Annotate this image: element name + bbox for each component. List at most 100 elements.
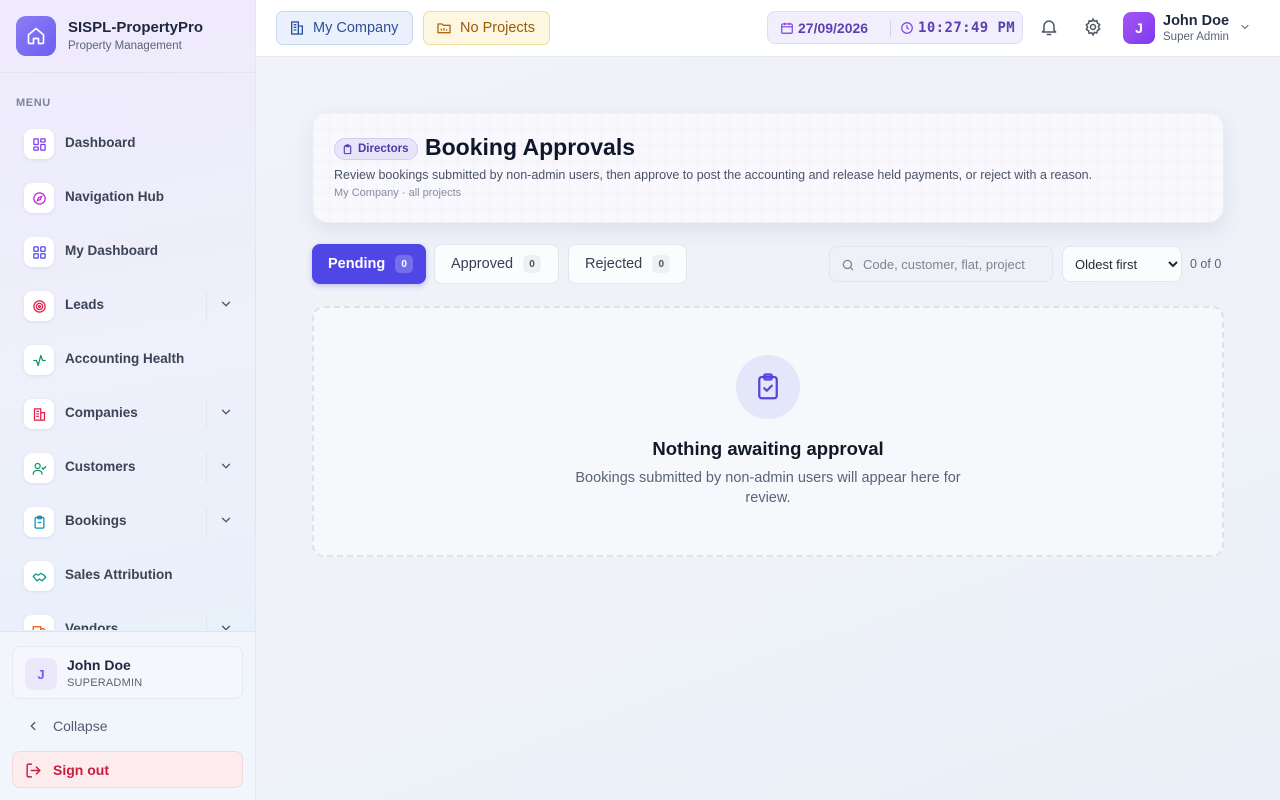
sidebar-item-customers[interactable]: Customers [12,443,243,491]
sidebar: SISPL-PropertyPro Property Management ME… [0,0,256,800]
tab-label: Rejected [585,256,643,272]
sidebar-item-vendors[interactable]: Vendors [12,605,243,630]
menu-label: MENU [16,97,51,109]
divider [206,291,207,321]
sidebar-item-label: Vendors [65,621,119,630]
company-label: My Company [313,20,399,36]
main-content: Directors Booking Approvals Review booki… [256,57,1280,800]
current-date: 27/09/2026 [798,20,869,36]
user-name[interactable]: John Doe [1163,13,1229,29]
collapse-label: Collapse [53,718,108,734]
calendar-icon [781,22,793,34]
tab-count: 0 [395,255,414,273]
divider [206,615,207,630]
divider [890,20,891,37]
chevron-down-icon[interactable] [219,297,233,311]
sidebar-item-dashboard[interactable]: Dashboard [12,119,243,167]
bell-icon [1041,20,1057,36]
user-role: SUPERADMIN [67,677,143,689]
page-scope: My Company · all projects [334,187,462,199]
empty-state-description: Bookings submitted by non-admin users wi… [575,470,961,506]
tab-count: 0 [652,255,671,273]
sidebar-item-label: Accounting Health [65,351,185,366]
building-icon [291,21,303,35]
project-selector[interactable]: No Projects [423,11,550,45]
gear-icon [1085,17,1101,37]
result-count: 0 of 0 [1190,257,1222,271]
tab-count: 0 [523,255,542,273]
handshake-icon [24,561,54,591]
chevron-left-icon [30,721,36,731]
sort-select[interactable]: Oldest first [1062,246,1182,282]
chevron-down-icon[interactable] [219,621,233,630]
user-role: Super Admin [1163,31,1229,43]
sign-out-button[interactable]: Sign out [12,751,243,788]
settings-button[interactable] [1081,15,1105,39]
activity-icon [24,345,54,375]
chevron-down-icon[interactable] [1239,21,1251,33]
divider [0,72,255,73]
empty-state-title: Nothing awaiting approval [652,438,884,459]
sidebar-menu: Dashboard Navigation Hub My Dashboard Le… [0,116,255,630]
collapse-button[interactable]: Collapse [12,711,243,741]
grid-icon [24,129,54,159]
datetime-display: 27/09/2026 10:27:49 PM [767,11,1023,44]
sidebar-item-companies[interactable]: Companies [12,389,243,437]
search-icon [842,259,854,271]
sidebar-item-navigation-hub[interactable]: Navigation Hub [12,173,243,221]
search-box [829,246,1053,282]
brand-subtitle: Property Management [68,40,182,52]
home-icon [16,16,56,56]
sidebar-item-label: Leads [65,297,105,312]
brand-name: SISPL-PropertyPro [68,19,204,36]
tab-rejected[interactable]: Rejected 0 [568,244,687,284]
sidebar-item-bookings[interactable]: Bookings [12,497,243,545]
sidebar-item-label: Customers [65,459,136,474]
sidebar-item-label: My Dashboard [65,243,159,258]
directors-badge: Directors [334,138,418,160]
divider [206,399,207,429]
sidebar-item-my-dashboard[interactable]: My Dashboard [12,227,243,275]
sidebar-item-accounting-health[interactable]: Accounting Health [12,335,243,383]
search-input[interactable] [863,247,1048,281]
sidebar-item-label: Navigation Hub [65,189,165,204]
avatar[interactable]: J [1123,12,1155,44]
clock-icon [901,22,913,34]
sidebar-item-leads[interactable]: Leads [12,281,243,329]
target-icon [24,291,54,321]
clipboard-icon [343,143,352,154]
avatar: J [25,658,57,690]
sidebar-item-sales-attribution[interactable]: Sales Attribution [12,551,243,599]
chevron-down-icon[interactable] [219,459,233,473]
folder-icon [437,23,451,34]
notifications-button[interactable] [1037,15,1061,39]
brand[interactable]: SISPL-PropertyPro Property Management [16,16,246,56]
user-name: John Doe [67,657,131,673]
sign-out-label: Sign out [53,762,109,778]
grid-icon [24,237,54,267]
tab-approved[interactable]: Approved 0 [434,244,559,284]
sidebar-user-card[interactable]: J John Doe SUPERADMIN [12,646,243,699]
building-icon [24,399,54,429]
page-description: Review bookings submitted by non-admin u… [334,168,1093,182]
page-title: Booking Approvals [425,134,635,160]
current-time: 10:27:49 PM [918,20,1016,36]
company-selector[interactable]: My Company [276,11,414,45]
badge-label: Directors [358,143,409,155]
topbar: My Company No Projects 27/09/2026 10:27:… [256,0,1280,57]
page-header: Directors Booking Approvals Review booki… [312,112,1224,223]
user-check-icon [24,453,54,483]
truck-icon [24,615,54,630]
sidebar-item-label: Companies [65,405,138,420]
tab-label: Approved [451,256,514,272]
tab-pending[interactable]: Pending 0 [312,244,426,284]
logout-icon [26,763,41,778]
compass-icon [24,183,54,213]
clipboard-icon [24,507,54,537]
sidebar-item-label: Sales Attribution [65,567,173,582]
divider [206,507,207,537]
chevron-down-icon[interactable] [219,405,233,419]
tab-label: Pending [328,256,386,272]
divider [206,453,207,483]
chevron-down-icon[interactable] [219,513,233,527]
